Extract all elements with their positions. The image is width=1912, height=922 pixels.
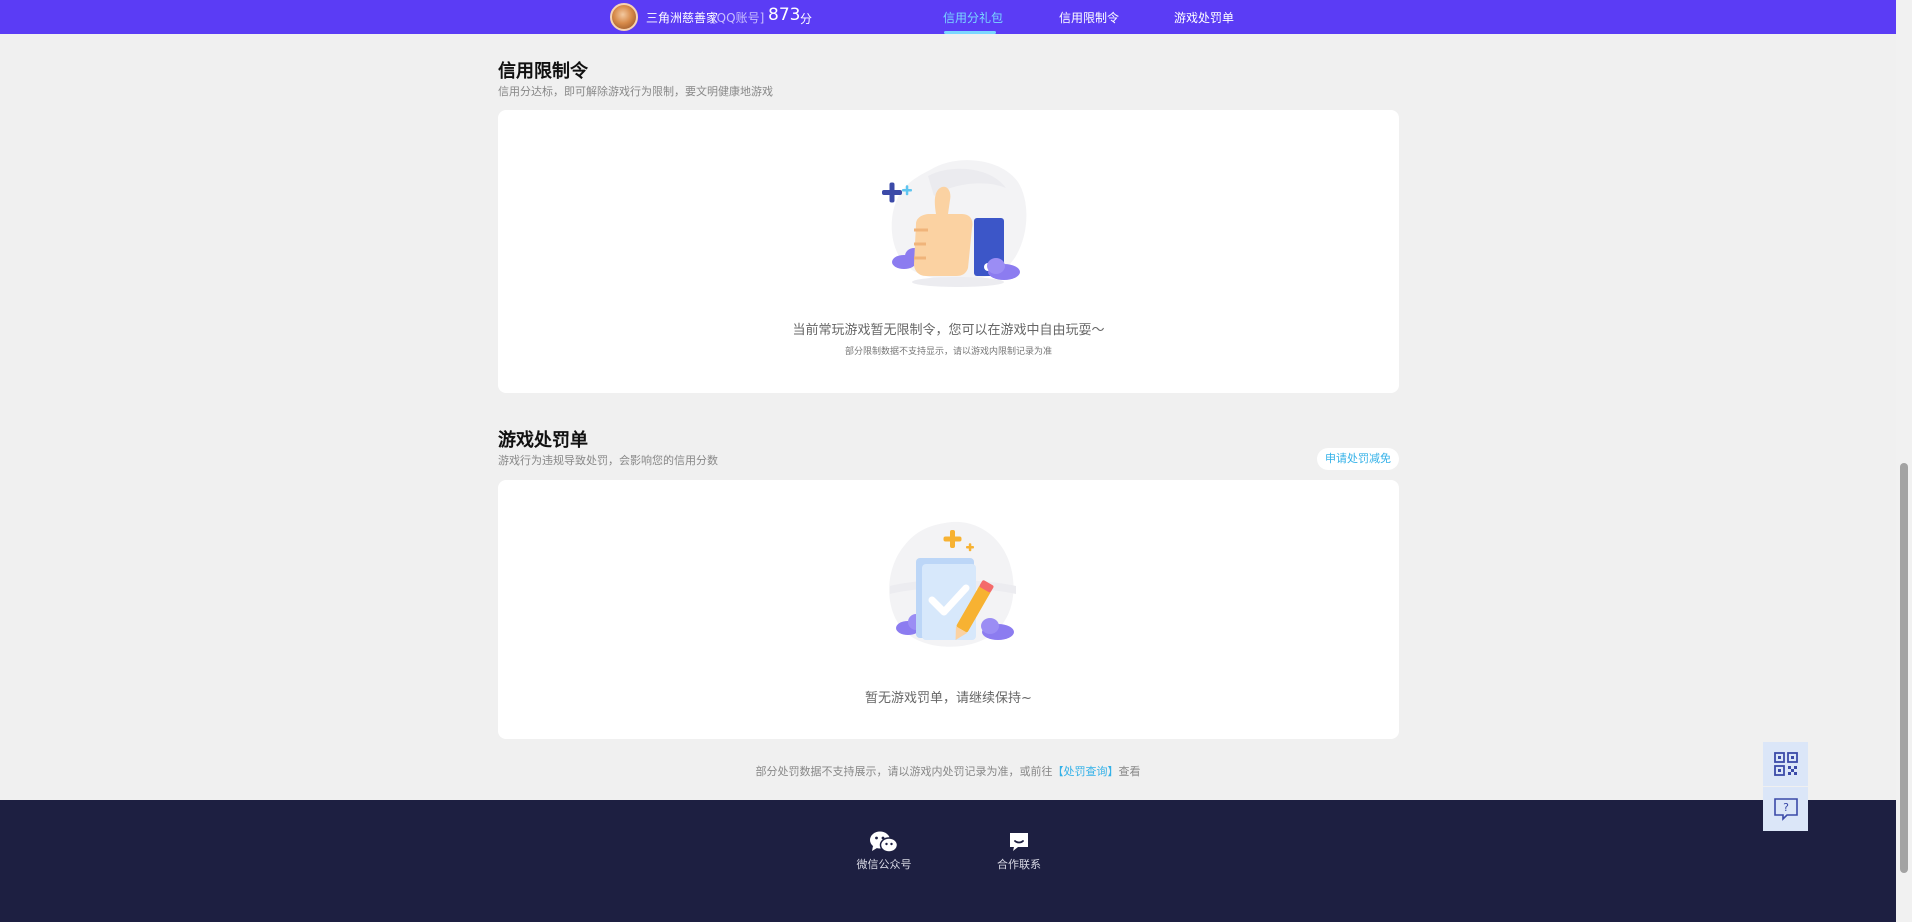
footer-contact-label: 合作联系 <box>997 858 1041 871</box>
penalty-card: 暂无游戏罚单，请继续保持~ <box>498 480 1399 739</box>
scrollbar-thumb[interactable] <box>1900 463 1908 873</box>
help-question-icon: ? <box>1773 798 1798 821</box>
chat-bubble-icon <box>1010 833 1028 851</box>
wechat-icon <box>870 831 899 853</box>
penalty-section-subtitle: 游戏行为违规导致处罚，会影响您的信用分数 <box>498 454 718 467</box>
apply-penalty-reduction-button[interactable]: 申请处罚减免 <box>1317 448 1399 470</box>
svg-text:?: ? <box>1783 801 1789 814</box>
help-button[interactable]: ? <box>1763 787 1808 831</box>
qr-code-button[interactable] <box>1763 742 1808 786</box>
footer-partnership-contact[interactable]: 合作联系 <box>979 830 1059 872</box>
restriction-empty-text: 当前常玩游戏暂无限制令，您可以在游戏中自由玩耍～ <box>792 323 1105 338</box>
restriction-card: 当前常玩游戏暂无限制令，您可以在游戏中自由玩耍～ 部分限制数据不支持显示，请以游… <box>498 110 1399 393</box>
footer-wechat-label: 微信公众号 <box>856 858 912 871</box>
penalty-empty-text: 暂无游戏罚单，请继续保持~ <box>865 691 1032 706</box>
penalty-query-link[interactable]: 【处罚查询】 <box>1053 765 1119 778</box>
top-nav-bar: 三角洲慈善家 [QQ账号] 873 分 信用分礼包 信用限制令 游戏处罚单 <box>0 0 1896 34</box>
tab-credit-restriction[interactable]: 信用限制令 <box>1059 9 1119 26</box>
tab-credit-gift[interactable]: 信用分礼包 <box>943 9 1003 26</box>
active-tab-indicator <box>944 31 996 34</box>
avatar[interactable] <box>610 3 638 31</box>
footer-wechat-official-account[interactable]: 微信公众号 <box>844 830 924 872</box>
footer: 微信公众号 合作联系 <box>0 800 1896 922</box>
penalty-section-title: 游戏处罚单 <box>498 430 588 451</box>
checked-notebook-icon <box>889 521 1016 647</box>
credit-score-unit: 分 <box>800 12 813 26</box>
account-type-label: [QQ账号] <box>712 11 765 25</box>
restriction-section-subtitle: 信用分达标，即可解除游戏行为限制，要文明健康地游戏 <box>498 85 773 98</box>
penalty-note-prefix: 部分处罚数据不支持展示，请以游戏内处罚记录为准，或前往 <box>755 765 1053 778</box>
thumbs-up-icon <box>882 160 1027 287</box>
username: 三角洲慈善家 <box>646 11 719 25</box>
penalty-note-suffix: 查看 <box>1118 765 1141 778</box>
restriction-empty-note: 部分限制数据不支持显示，请以游戏内限制记录为准 <box>844 347 1052 357</box>
tab-game-penalty[interactable]: 游戏处罚单 <box>1174 9 1234 26</box>
restriction-section-title: 信用限制令 <box>498 61 588 82</box>
qr-code-icon <box>1773 752 1798 776</box>
credit-score-value: 873 <box>768 5 801 25</box>
penalty-data-note: 部分处罚数据不支持展示，请以游戏内处罚记录为准，或前往【处罚查询】查看 <box>0 763 1896 779</box>
